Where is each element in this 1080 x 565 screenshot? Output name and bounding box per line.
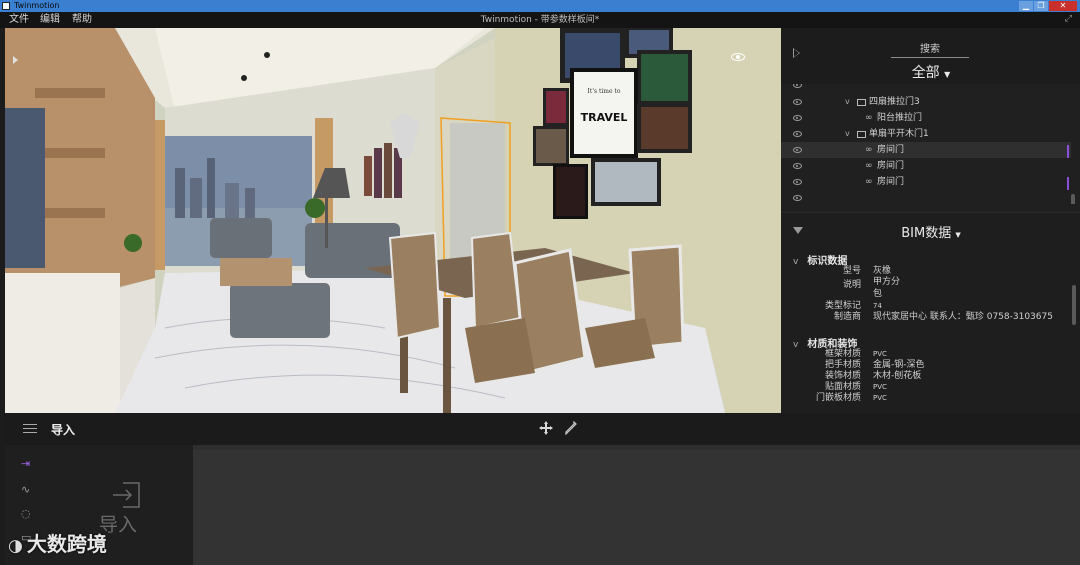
poster-small-text: It's time to — [588, 88, 621, 95]
prop-key: 型号 — [842, 266, 861, 276]
bim-data-dropdown[interactable]: BIM数据 ▼ — [881, 222, 981, 241]
tree-row-partial — [781, 190, 1071, 204]
viewport-expand-icon[interactable] — [13, 56, 18, 64]
prop-value: PVC — [873, 350, 887, 358]
bim-group-header[interactable]: v 材质和装饰 — [793, 335, 857, 350]
chevron-down-icon: ▼ — [955, 231, 961, 239]
chevron-down-icon: ▼ — [944, 70, 951, 79]
eye-icon[interactable] — [793, 163, 802, 169]
bim-group-header[interactable]: v 标识数据 — [793, 252, 847, 267]
window-titlebar: Twinmotion ▁ ❐ ✕ — [0, 0, 1080, 12]
visibility-eye-icon[interactable] — [731, 53, 745, 61]
tree-row-selected[interactable]: ∞ 房间门 — [781, 142, 1071, 158]
hamburger-menu-icon[interactable] — [23, 424, 37, 433]
prop-value: PVC — [873, 394, 887, 402]
prop-value: 甲方分 — [873, 277, 901, 287]
import-large-icon[interactable] — [111, 481, 141, 509]
minimize-button[interactable]: ▁ — [1019, 1, 1033, 11]
link-icon: ∞ — [865, 177, 873, 187]
chevron-down-icon[interactable]: v — [845, 126, 850, 142]
prop-value: 74 — [873, 302, 882, 310]
close-window-button[interactable]: ✕ — [1049, 1, 1077, 11]
tree-item-label: 房间门 — [877, 161, 905, 171]
scene-panel-header: 搜索 全部 ▼ — [781, 28, 1080, 84]
selection-marker — [1067, 145, 1069, 158]
watermark: ◑ 大数跨境 — [8, 528, 107, 557]
tree-row-partial — [781, 84, 1071, 94]
poster-big-text: TRAVEL — [581, 111, 628, 124]
eye-icon[interactable] — [793, 195, 802, 201]
prop-key: 框架材质 — [824, 349, 861, 359]
search-field[interactable]: 搜索 — [891, 40, 969, 58]
prop-value: PVC — [873, 383, 887, 391]
prop-key: 贴面材质 — [824, 382, 861, 392]
prop-value: 现代家居中心 联系人：甄珍 0758-3103675 — [873, 312, 1053, 322]
prop-value: 包 — [873, 289, 883, 299]
link-icon: ∞ — [865, 113, 873, 123]
prop-key: 门嵌板材质 — [815, 393, 861, 403]
tree-row[interactable]: ∞ 房间门 — [781, 158, 1071, 174]
prop-value: 灰橡 — [873, 266, 892, 276]
filter-label: 全部 — [911, 65, 940, 81]
move-icon[interactable] — [539, 421, 553, 435]
prop-key: 制造商 — [833, 312, 861, 322]
eyedropper-icon[interactable] — [565, 421, 577, 435]
filter-dropdown[interactable]: 全部 ▼ — [901, 62, 961, 82]
tree-scrollbar[interactable] — [1071, 194, 1075, 204]
link-icon: ∞ — [865, 145, 873, 155]
window-app-name: Twinmotion — [14, 1, 60, 10]
folder-icon — [857, 131, 866, 138]
tree-item-label: 单扇平开木门1 — [869, 129, 929, 139]
tree-item-label: 四扇推拉门3 — [869, 97, 920, 107]
bim-data-panel: BIM数据 ▼ v 标识数据 型号 灰橡 说明 甲方分 包 类型标记 74 制造商… — [781, 212, 1080, 413]
scene-tree: v 四扇推拉门3 ∞ 阳台推拉门 v 单扇平开木门1 ∞ 房间门 ∞ 房间门 ∞… — [781, 84, 1080, 204]
library-drop-area[interactable] — [193, 450, 1080, 565]
twinmotion-app: Twinmotion ▁ ❐ ✕ 文件 编辑 帮助 Twinmotion - 带… — [0, 0, 1080, 565]
watermark-logo-icon: ◑ — [8, 536, 23, 556]
prop-key: 说明 — [842, 280, 861, 290]
maximize-button[interactable]: ❐ — [1034, 1, 1048, 11]
tree-item-label: 房间门 — [877, 177, 905, 187]
eye-icon[interactable] — [793, 84, 802, 88]
audio-wave-icon[interactable]: ∿ — [21, 483, 39, 497]
chevron-down-icon[interactable]: v — [845, 94, 850, 110]
link-icon: ∞ — [865, 161, 873, 171]
eye-icon[interactable] — [793, 115, 802, 121]
right-panel: 搜索 全部 ▼ v 四扇推拉门3 ∞ 阳台推拉门 v 单扇平开木门1 ∞ 房间门… — [781, 28, 1080, 413]
folder-icon — [857, 99, 866, 106]
bottom-toolbar: 导入 — [5, 413, 1080, 445]
tree-item-label: 阳台推拉门 — [877, 113, 923, 123]
bim-scrollbar[interactable] — [1072, 285, 1076, 325]
menu-bar: 文件 编辑 帮助 Twinmotion - 带参数样板间* ⤢ — [0, 12, 1080, 28]
watermark-text: 大数跨境 — [26, 532, 107, 556]
section-title: 导入 — [51, 423, 76, 437]
prop-key: 类型标记 — [824, 301, 861, 311]
fullscreen-icon[interactable]: ⤢ — [1065, 14, 1072, 24]
panel-collapse-icon[interactable] — [793, 48, 800, 58]
leaf-icon[interactable]: ◌ — [21, 507, 39, 521]
import-icon[interactable]: ⇥ — [21, 457, 39, 471]
tree-row[interactable]: ∞ 房间门 — [781, 174, 1071, 190]
tree-row[interactable]: v 四扇推拉门3 — [781, 94, 1071, 110]
tree-row[interactable]: v 单扇平开木门1 — [781, 126, 1071, 142]
3d-viewport[interactable]: It's time to TRAVEL — [5, 28, 781, 413]
library-content-area — [193, 445, 1080, 565]
tree-row[interactable]: ∞ 阳台推拉门 — [781, 110, 1071, 126]
document-title: Twinmotion - 带参数样板间* — [480, 15, 600, 25]
bim-title-label: BIM数据 — [901, 226, 952, 241]
selection-marker — [1067, 177, 1069, 190]
eye-icon[interactable] — [793, 179, 802, 185]
scene-render: It's time to TRAVEL — [5, 28, 781, 413]
prop-value: 金属-钢-深色 — [873, 360, 925, 370]
eye-icon[interactable] — [793, 131, 802, 137]
prop-value: 木材-刨花板 — [873, 371, 922, 381]
eye-icon[interactable] — [793, 147, 802, 153]
collapse-triangle-icon[interactable] — [793, 227, 803, 234]
tree-item-label: 房间门 — [877, 145, 905, 155]
prop-key: 装饰材质 — [824, 371, 861, 381]
app-logo-icon — [2, 2, 10, 10]
eye-icon[interactable] — [793, 99, 802, 105]
prop-key: 把手材质 — [824, 360, 861, 370]
